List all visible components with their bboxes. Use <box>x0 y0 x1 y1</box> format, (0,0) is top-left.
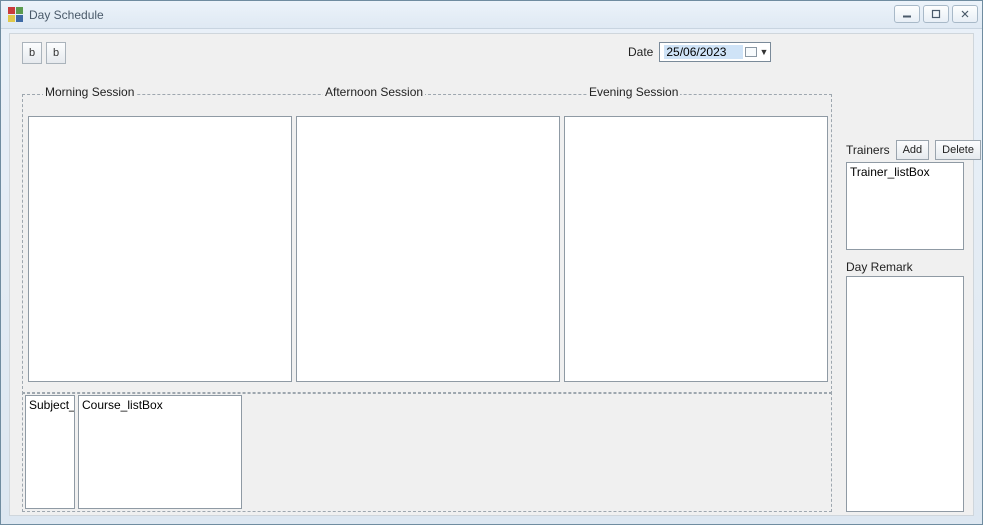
toolbar-button-1[interactable]: b <box>22 42 42 64</box>
subject-listbox[interactable]: Subject_li <box>25 395 75 509</box>
morning-session-label: Morning Session <box>43 85 136 99</box>
close-icon <box>960 9 970 19</box>
toolbar: b b <box>22 42 66 64</box>
delete-trainer-button[interactable]: Delete <box>935 140 981 160</box>
trainers-listbox[interactable]: Trainer_listBox <box>846 162 964 250</box>
date-value: 25/06/2023 <box>664 45 743 59</box>
add-trainer-button[interactable]: Add <box>896 140 930 160</box>
chevron-down-icon: ▼ <box>759 47 768 57</box>
window-controls <box>894 5 978 23</box>
afternoon-session-label: Afternoon Session <box>323 85 425 99</box>
app-icon <box>7 7 23 23</box>
main-window: Day Schedule b b Date 25/06/2023 ▼ <box>0 0 983 525</box>
evening-session-label: Evening Session <box>587 85 680 99</box>
close-button[interactable] <box>952 5 978 23</box>
afternoon-session-listbox[interactable] <box>296 116 560 382</box>
trainers-header: Trainers Add Delete <box>846 140 981 160</box>
client-area: b b Date 25/06/2023 ▼ Morning Session Af… <box>9 33 974 516</box>
evening-session-listbox[interactable] <box>564 116 828 382</box>
date-area: Date 25/06/2023 ▼ <box>628 42 771 62</box>
calendar-icon <box>745 47 757 57</box>
window-title: Day Schedule <box>29 8 104 22</box>
date-dropdown[interactable]: ▼ <box>743 47 768 57</box>
trainers-label: Trainers <box>846 143 890 157</box>
maximize-icon <box>931 9 941 19</box>
maximize-button[interactable] <box>923 5 949 23</box>
minimize-button[interactable] <box>894 5 920 23</box>
day-remark-label: Day Remark <box>846 260 913 274</box>
date-picker[interactable]: 25/06/2023 ▼ <box>659 42 771 62</box>
minimize-icon <box>902 9 912 19</box>
toolbar-button-2[interactable]: b <box>46 42 66 64</box>
morning-session-listbox[interactable] <box>28 116 292 382</box>
course-listbox[interactable]: Course_listBox <box>78 395 242 509</box>
titlebar: Day Schedule <box>1 1 982 29</box>
day-remark-textbox[interactable] <box>846 276 964 512</box>
date-label: Date <box>628 45 653 59</box>
